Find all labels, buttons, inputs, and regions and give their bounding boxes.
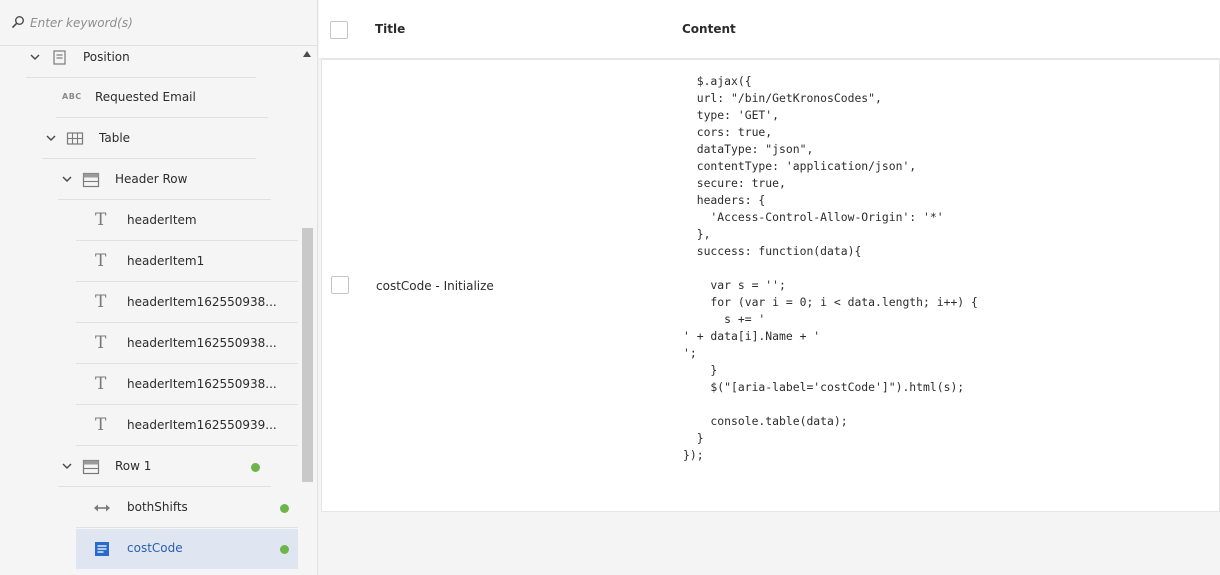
tree-item-label: Row 1 <box>115 459 152 473</box>
divider <box>56 117 268 118</box>
text-icon: T <box>95 251 107 271</box>
column-header-title[interactable]: Title <box>375 22 405 36</box>
text-icon: T <box>95 333 107 353</box>
search-icon <box>11 16 24 29</box>
divider <box>76 363 298 364</box>
tree-item-headeritem[interactable]: T headerItem <box>76 201 298 241</box>
tree-item-headeritem-a[interactable]: T headerItem162550938... <box>76 283 298 323</box>
row-checkbox[interactable] <box>331 276 349 294</box>
tree-item-headeritem-b[interactable]: T headerItem162550938... <box>76 324 298 364</box>
tree-item-label: headerItem162550939... <box>127 418 277 432</box>
dropdown-icon <box>95 542 109 556</box>
tree-item-label: Header Row <box>115 172 188 186</box>
tree-item-label: Table <box>99 131 131 145</box>
text-icon: T <box>95 210 107 230</box>
content-tree-panel: Position ABC Requested Email Table Heade… <box>0 0 318 575</box>
status-dot <box>251 463 260 472</box>
chevron-down-icon[interactable] <box>46 133 56 143</box>
tree-item-position[interactable]: Position <box>26 38 256 78</box>
divider <box>58 486 271 487</box>
table-icon <box>66 132 84 145</box>
divider <box>76 445 298 446</box>
tree-item-row-1[interactable]: Row 1 <box>58 447 271 487</box>
tree-item-headeritem-d[interactable]: T headerItem162550939... <box>76 406 298 446</box>
divider <box>76 281 298 282</box>
tree-item-bothshifts[interactable]: bothShifts <box>76 488 298 528</box>
tree-item-requested-email[interactable]: ABC Requested Email <box>56 78 268 118</box>
row-icon <box>82 459 100 475</box>
switch-icon <box>94 504 110 512</box>
text-icon: T <box>95 374 107 394</box>
tree-item-table[interactable]: Table <box>42 119 256 159</box>
select-all-checkbox[interactable] <box>330 21 348 39</box>
rule-title: costCode - Initialize <box>376 279 494 293</box>
search-input[interactable] <box>30 11 300 35</box>
table-row[interactable]: costCode - Initialize $.ajax({ url: "/bi… <box>321 59 1220 512</box>
tree-item-header-row[interactable]: Header Row <box>58 160 271 200</box>
tree-item-label: headerItem1 <box>127 254 205 268</box>
text-icon: T <box>95 415 107 435</box>
abc-text-field-icon: ABC <box>62 92 82 101</box>
divider <box>76 527 298 528</box>
panel-icon <box>53 50 66 65</box>
row-icon <box>82 172 100 188</box>
tree-item-label: bothShifts <box>127 500 188 514</box>
tree-item-label: Position <box>83 50 130 64</box>
rule-code-content: $.ajax({ url: "/bin/GetKronosCodes", typ… <box>683 74 978 462</box>
status-dot <box>280 504 289 513</box>
tree-item-costcode[interactable]: costCode <box>76 529 298 569</box>
status-dot <box>280 545 289 554</box>
scrollbar-thumb[interactable] <box>302 228 313 482</box>
divider <box>42 158 256 159</box>
text-icon: T <box>95 292 107 312</box>
column-header-content[interactable]: Content <box>682 22 736 36</box>
tree-item-label: headerItem <box>127 213 197 227</box>
tree-item-label: headerItem162550938... <box>127 336 277 350</box>
divider <box>58 199 271 200</box>
tree-item-headeritem-c[interactable]: T headerItem162550938... <box>76 365 298 405</box>
table-header: Title Content <box>319 0 1220 59</box>
tree-item-label: Requested Email <box>95 90 196 104</box>
tree-item-label: costCode <box>127 541 183 555</box>
chevron-down-icon[interactable] <box>62 174 72 184</box>
divider <box>76 322 298 323</box>
divider <box>76 240 298 241</box>
tree-item-headeritem1[interactable]: T headerItem1 <box>76 242 298 282</box>
scroll-up-arrow-icon[interactable] <box>302 50 312 58</box>
rules-table-panel: Title Content costCode - Initialize $.aj… <box>319 0 1220 575</box>
tree-item-label: headerItem162550938... <box>127 377 277 391</box>
chevron-down-icon[interactable] <box>62 461 72 471</box>
divider <box>76 404 298 405</box>
tree-item-label: headerItem162550938... <box>127 295 277 309</box>
chevron-down-icon[interactable] <box>30 52 40 62</box>
